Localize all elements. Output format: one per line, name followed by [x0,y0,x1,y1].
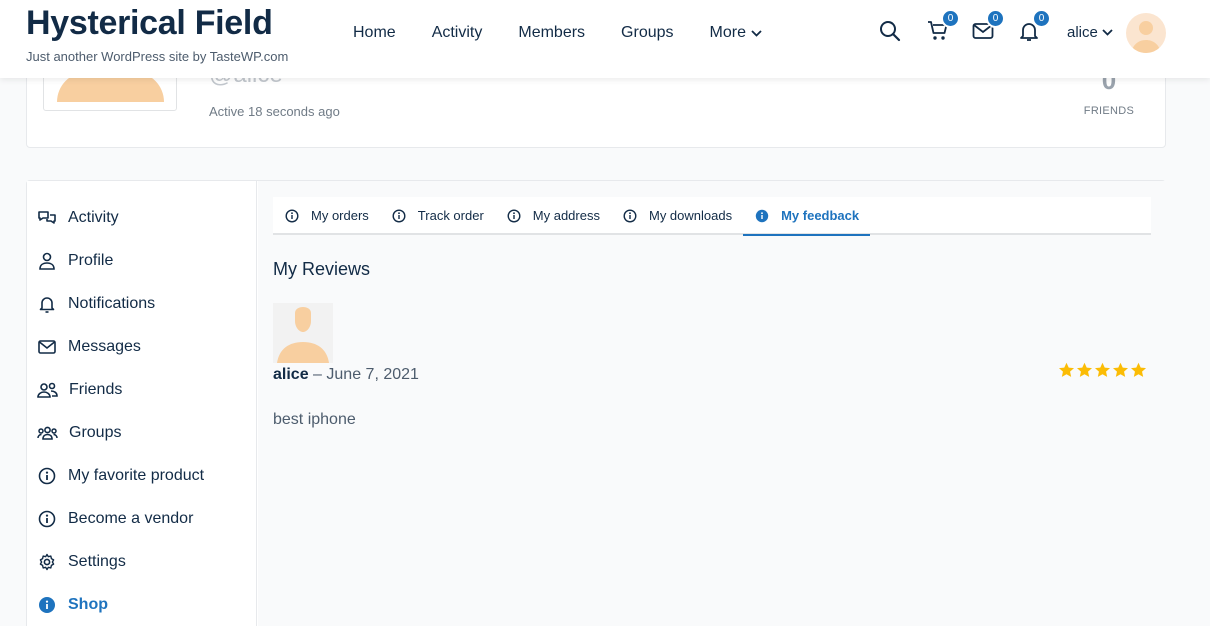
chevron-down-icon [1102,29,1113,36]
search-button[interactable] [879,20,903,44]
sidebar-item-activity[interactable]: Activity [37,209,119,227]
avatar[interactable] [1126,13,1166,53]
friends-icon [37,382,58,398]
nav-members[interactable]: Members [518,24,585,42]
tab-label: My downloads [648,208,733,223]
nav-home[interactable]: Home [353,24,396,42]
star-icon [1076,362,1093,377]
site-description: Just another WordPress site by TasteWP.c… [26,49,289,64]
sidebar-item-label: Notifications [68,295,156,312]
sidebar-item-label: Friends [69,381,123,398]
user-menu[interactable]: alice [1067,24,1113,41]
user-name: alice [1067,24,1098,41]
tab-my-orders[interactable]: My orders [273,197,380,234]
review-rating [1058,362,1147,378]
sidebar-item-groups[interactable]: Groups [37,424,121,442]
nav-more[interactable]: More [710,24,762,42]
user-icon [39,252,55,270]
gear-icon [39,553,55,571]
review-text: best iphone [273,411,356,428]
info-icon [285,208,299,223]
sidebar-item-messages[interactable]: Messages [37,338,141,356]
bell-icon [39,297,55,313]
nav-groups[interactable]: Groups [621,24,673,42]
sidebar-item-label: Messages [68,338,141,355]
tab-my-downloads[interactable]: My downloads [611,197,743,234]
info-icon [38,467,56,485]
sidebar-item-label: Profile [68,252,114,269]
sidebar-item-label: Groups [69,424,122,441]
tab-label: My address [532,208,600,223]
star-icon [1094,362,1111,377]
info-icon [507,208,521,223]
messages-button[interactable]: 0 [972,9,1005,44]
nav-home-label: Home [353,24,396,41]
activity-icon [38,211,56,224]
sidebar-item-label: Shop [68,596,108,613]
info-icon [623,208,637,223]
cart-button[interactable]: 0 [927,9,960,44]
sidebar-item-label: Settings [68,553,126,570]
info-icon [39,597,55,613]
site-header: Hysterical Field Just another WordPress … [0,0,1210,78]
tab-my-feedback[interactable]: My feedback [743,197,871,236]
nav-activity-label: Activity [431,24,483,41]
review-separator: – [313,366,322,383]
sidebar-item-my-favorite-product[interactable]: My favorite product [37,467,204,485]
shop-tabs: My orders Track order My address My down… [273,197,1151,236]
groups-icon [37,426,58,440]
avatar-silhouette-icon [277,307,329,363]
tab-label: My feedback [781,208,860,223]
star-icon [1130,362,1147,377]
star-icon [1058,362,1075,377]
nav-more-label: More [709,24,746,41]
review-meta: alice – June 7, 2021 [273,366,419,384]
tab-track-order[interactable]: Track order [380,197,495,234]
nav-activity[interactable]: Activity [432,24,483,42]
sidebar-item-profile[interactable]: Profile [37,252,113,270]
info-icon [755,209,769,222]
review-date: June 7, 2021 [326,366,419,383]
friends-label: FRIENDS [1083,105,1135,117]
sidebar-item-shop[interactable]: Shop [37,596,108,614]
nav-members-label: Members [518,24,586,41]
tab-my-address[interactable]: My address [495,197,611,234]
reviews-title: My Reviews [273,259,371,279]
chevron-down-icon [751,29,762,37]
main-nav: Home Activity Members Groups More [353,24,798,42]
active-status: Active 18 seconds ago [209,104,340,119]
envelope-icon [38,340,56,354]
avatar-silhouette-icon [1131,21,1161,53]
site-title[interactable]: Hysterical Field [26,4,273,43]
sidebar-item-label: Activity [68,209,119,226]
shop-content: My orders Track order My address My down… [258,181,1166,626]
sidebar-item-label: Become a vendor [68,510,194,527]
search-icon [880,21,901,42]
profile-sidebar: Activity Profile Notifications Messages … [27,181,257,626]
review-author: alice [273,366,309,383]
review-avatar [273,303,333,363]
info-icon [38,510,56,528]
star-icon [1112,362,1129,377]
sidebar-item-label: My favorite product [68,467,205,484]
sidebar-item-friends[interactable]: Friends [37,381,122,399]
tab-label: Track order [417,208,484,223]
sidebar-item-become-a-vendor[interactable]: Become a vendor [37,510,193,528]
main-panel: Activity Profile Notifications Messages … [26,180,1166,626]
sidebar-item-settings[interactable]: Settings [37,553,126,571]
notifications-button[interactable]: 0 [1018,9,1051,44]
nav-groups-label: Groups [621,24,674,41]
messages-count-badge: 0 [986,9,1005,28]
notifications-count-badge: 0 [1032,9,1051,28]
tab-label: My orders [311,208,369,223]
cart-count-badge: 0 [941,9,960,28]
sidebar-item-notifications[interactable]: Notifications [37,295,155,313]
info-icon [392,208,406,223]
